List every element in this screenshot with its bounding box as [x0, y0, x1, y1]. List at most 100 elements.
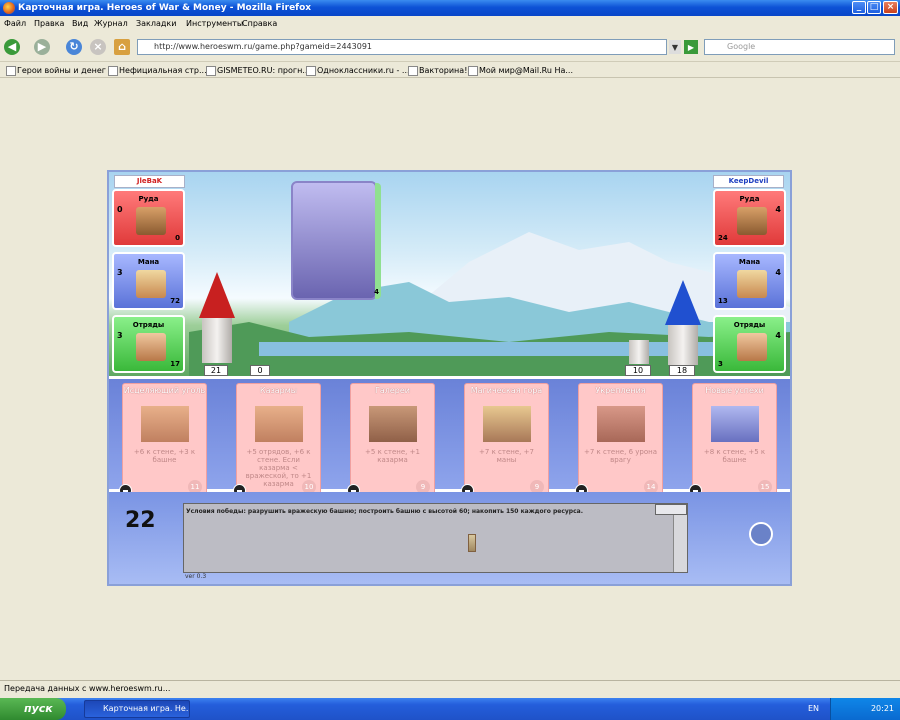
hand-card[interactable]: Магическая гора +7 к стене, +7 маны 9	[461, 383, 549, 498]
card-name: Исцеляющий уголь	[123, 386, 206, 395]
card-image	[711, 406, 759, 442]
card-description: +7 к стене, +7 маны	[479, 448, 534, 464]
mine-icon	[136, 207, 166, 235]
ore-label: Руда	[138, 195, 159, 203]
right-troops-panel: Отряды 4 3	[713, 315, 786, 373]
forward-icon[interactable]: ▶	[34, 39, 50, 55]
exit-game-icon[interactable]	[749, 522, 773, 546]
hand-card[interactable]: Исцеляющий уголь +6 к стене, +3 к башне …	[119, 383, 207, 498]
left-troops-panel: Отряды 3 17	[112, 315, 185, 373]
reload-icon[interactable]: ↻	[66, 39, 82, 55]
card-description: +5 к стене, +1 казарма	[365, 448, 420, 464]
menu-edit[interactable]: Правка	[34, 17, 64, 31]
card-name: Казармы	[259, 386, 298, 395]
bookmark-item[interactable]: Нефициальная стр...	[108, 63, 207, 78]
bookmark-item[interactable]: GISMETEO.RU: прогн...	[206, 63, 310, 78]
ore-label: Руда	[739, 195, 760, 203]
stop-icon[interactable]: ×	[90, 39, 106, 55]
menu-file[interactable]: Файл	[4, 17, 26, 31]
card-name: Новые успехи	[705, 386, 764, 395]
hand-card[interactable]: Укрепления +7 к стене, 6 урона врагу 14	[575, 383, 663, 498]
mana-production: 4	[775, 268, 781, 277]
right-wall-height: 10	[625, 365, 651, 376]
menu-history[interactable]: Журнал	[94, 17, 128, 31]
log-scrollbar[interactable]	[673, 515, 687, 572]
turn-counter: 22	[125, 508, 156, 533]
log-expand-button[interactable]	[655, 504, 687, 515]
go-icon[interactable]: ▶	[684, 40, 698, 54]
menu-bar: Файл Правка Вид Журнал Закладки Инструме…	[0, 17, 900, 31]
system-tray: 20:21	[830, 698, 900, 720]
barracks-icon	[136, 333, 166, 361]
card-game-board: JleBaK KeepDevil Руда 0 0 Мана 3 72 Отря…	[107, 170, 792, 586]
firefox-icon	[3, 2, 15, 14]
mine-icon	[737, 207, 767, 235]
right-mana-panel: Мана 4 13	[713, 252, 786, 310]
maximize-button[interactable]: □	[867, 1, 881, 14]
battlefield-scene: JleBaK KeepDevil Руда 0 0 Мана 3 72 Отря…	[109, 172, 790, 376]
hourglass-icon	[468, 534, 476, 552]
left-tower	[199, 272, 235, 363]
right-tower-height: 18	[669, 365, 695, 376]
troops-label: Отряды	[733, 321, 766, 329]
status-bar: Передача данных с www.heroeswm.ru...	[0, 680, 900, 698]
url-dropdown-icon[interactable]: ▼	[669, 40, 681, 54]
played-card-edge	[375, 183, 381, 299]
bookmark-item[interactable]: Вакторина!	[408, 63, 467, 78]
bookmarks-toolbar: Герои войны и денег ... Нефициальная стр…	[0, 63, 900, 78]
window-title: Карточная игра. Heroes of War & Money - …	[18, 3, 312, 13]
barracks-icon	[737, 333, 767, 361]
start-button[interactable]: пуск	[0, 698, 66, 720]
card-image	[597, 406, 645, 442]
hand-card[interactable]: Казармы +5 отрядов, +6 к стене. Если каз…	[233, 383, 321, 498]
card-name: Магическая гора	[470, 386, 543, 395]
card-image	[483, 406, 531, 442]
magic-tower-icon	[737, 270, 767, 298]
card-description: +8 к стене, +5 к башне	[703, 448, 766, 464]
magic-tower-icon	[136, 270, 166, 298]
taskbar-window-item[interactable]: Карточная игра. He...	[84, 700, 190, 718]
ore-stock: 24	[718, 234, 728, 242]
card-name: Галереи	[374, 386, 410, 395]
played-card-cost: 4	[374, 288, 379, 296]
info-panel: 22 Условия победы: разрушить вражескую б…	[109, 492, 790, 584]
bookmark-item[interactable]: Мой мир@Mail.Ru На...	[468, 63, 573, 78]
played-card: 4	[291, 181, 381, 300]
bookmark-item[interactable]: Герои войны и денег ...	[6, 63, 116, 78]
window-titlebar: Карточная игра. Heroes of War & Money - …	[0, 0, 900, 16]
search-input[interactable]: Google	[704, 39, 895, 55]
troops-label: Отряды	[132, 321, 165, 329]
ore-production: 0	[117, 205, 123, 214]
mana-label: Мана	[137, 258, 160, 266]
menu-help[interactable]: Справка	[242, 17, 277, 31]
hand-card[interactable]: Галереи +5 к стене, +1 казарма 9	[347, 383, 435, 498]
menu-bookmarks[interactable]: Закладки	[136, 17, 176, 31]
ore-stock: 0	[175, 234, 180, 242]
taskbar: пуск Карточная игра. He... EN 20:21	[0, 698, 900, 720]
card-name: Укрепления	[595, 386, 646, 395]
right-wall	[629, 340, 649, 364]
card-image	[369, 406, 417, 442]
menu-tools[interactable]: Инструменты	[186, 17, 243, 31]
troops-production: 4	[775, 331, 781, 340]
mana-stock: 13	[718, 297, 728, 305]
left-mana-panel: Мана 3 72	[112, 252, 185, 310]
url-bar[interactable]: http://www.heroeswm.ru/game.php?gameid=2…	[137, 39, 667, 55]
close-button[interactable]: ×	[883, 1, 898, 14]
home-icon[interactable]: ⌂	[114, 39, 130, 55]
bookmark-item[interactable]: Одноклассники.ru - ...	[306, 63, 410, 78]
mana-production: 3	[117, 268, 123, 277]
left-tower-height: 21	[204, 365, 228, 376]
left-player-name: JleBaK	[114, 175, 185, 188]
troops-stock: 17	[170, 360, 180, 368]
back-icon[interactable]: ◀	[4, 39, 20, 55]
mana-label: Мана	[738, 258, 761, 266]
troops-stock: 3	[718, 360, 723, 368]
menu-view[interactable]: Вид	[72, 17, 88, 31]
card-description: +7 к стене, 6 урона врагу	[584, 448, 657, 464]
minimize-button[interactable]: _	[852, 1, 866, 14]
left-wall-height: 0	[250, 365, 270, 376]
language-indicator[interactable]: EN	[808, 698, 819, 720]
card-description: +6 к стене, +3 к башне	[133, 448, 196, 464]
hand-card[interactable]: Новые успехи +8 к стене, +5 к башне 15	[689, 383, 777, 498]
